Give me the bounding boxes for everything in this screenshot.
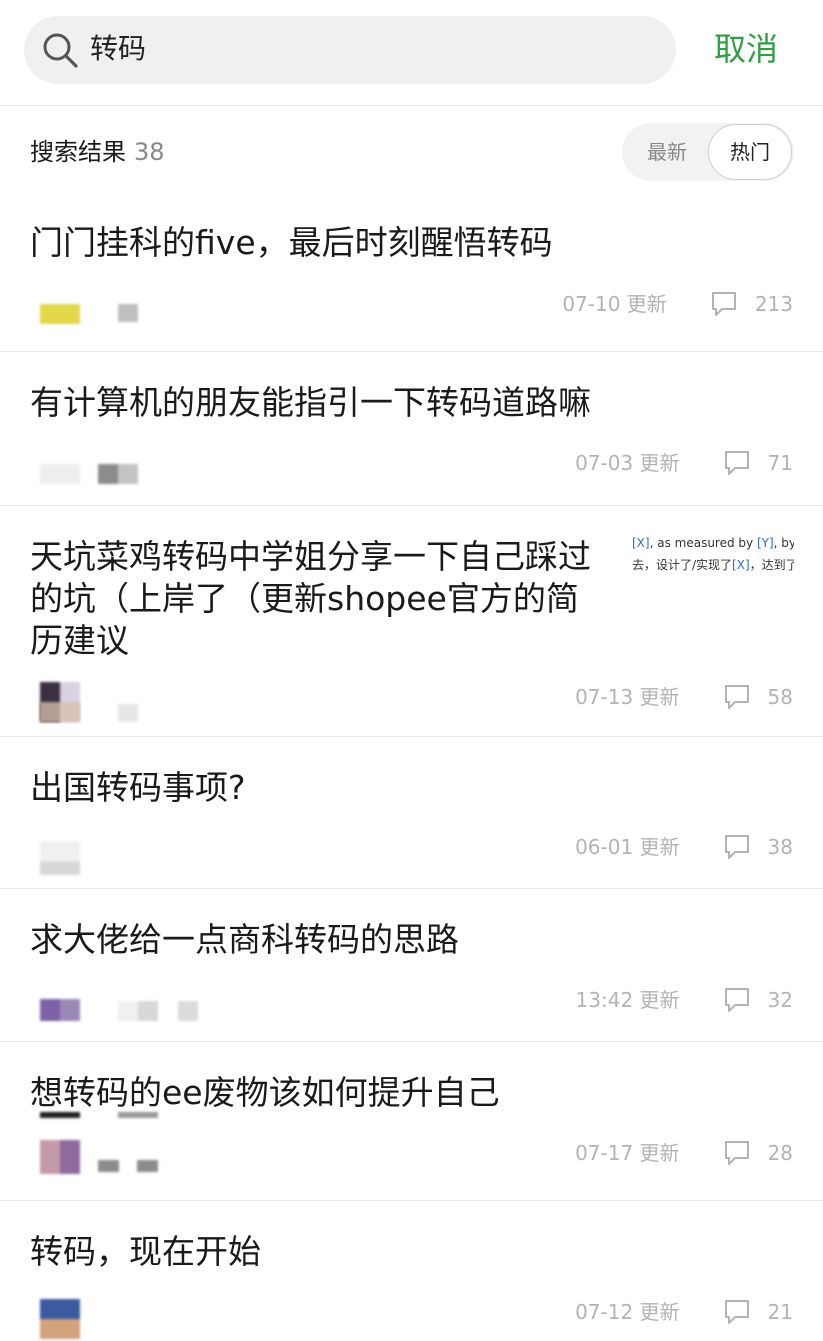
post-meta: 07-10 更新 213 [562,289,793,319]
results-header: 搜索结果 38 最新 热门 [0,106,823,196]
post-title[interactable]: 想转码的ee废物该如何提升自己 [30,1072,608,1114]
comment-count: 71 [767,451,793,475]
comment-icon [724,835,749,859]
comment-icon [724,988,749,1012]
author-badge [118,1112,158,1118]
cancel-button[interactable]: 取消 [714,27,778,71]
comment-count: 213 [754,292,793,316]
post-date: 07-12 更新 [575,1300,680,1324]
post-date: 07-10 更新 [562,292,667,316]
comment-icon [711,292,736,316]
post-item[interactable]: 天坑菜鸡转码中学姐分享一下自己踩过的坑（上岸了（更新shopee官方的简历建议 … [0,506,823,737]
post-item[interactable]: 有计算机的朋友能指引一下转码道路嘛 07-03 更新 71 [0,352,823,506]
author-name [98,464,138,484]
thumbnail-text: [Y] [756,536,774,550]
post-meta: 06-01 更新 38 [575,832,793,862]
post-item[interactable]: 想转码的ee废物该如何提升自己 07-17 更新 28 [0,1042,823,1201]
post-date: 07-13 更新 [575,685,680,709]
avatar [40,304,80,324]
post-meta: 07-12 更新 21 [575,1297,793,1327]
search-query-text: 转码 [90,32,147,65]
comment-icon [724,1141,749,1165]
results-label: 搜索结果 [30,138,126,166]
sort-newest-tab[interactable]: 最新 [626,123,708,181]
avatar [40,1140,80,1174]
sort-hot-tab[interactable]: 热门 [708,124,792,180]
search-icon [43,33,78,68]
author-badge [40,1112,80,1118]
post-item[interactable]: 转码，现在开始 07-12 更新 21 [0,1201,823,1341]
thumbnail-text: 去，设计了/实现了 [632,558,733,572]
post-title[interactable]: 转码，现在开始 [30,1231,608,1273]
post-title[interactable]: 天坑菜鸡转码中学姐分享一下自己踩过的坑（上岸了（更新shopee官方的简历建议 [30,536,608,662]
post-date: 13:42 更新 [575,988,680,1012]
thumbnail-text: [X] [632,536,650,550]
post-title[interactable]: 求大佬给一点商科转码的思路 [30,919,608,961]
post-date: 07-03 更新 [575,451,680,475]
comment-icon [724,451,749,475]
post-date: 07-17 更新 [575,1141,680,1165]
thumbnail-text: , by [773,536,794,550]
search-input[interactable]: 转码 [24,16,676,84]
comment-count: 28 [767,1141,793,1165]
thumbnail-text: ，达到了 [749,558,794,572]
comment-count: 58 [767,685,793,709]
thumbnail-text: , as measured by [649,536,757,550]
sort-toggle: 最新 热门 [622,123,794,181]
post-item[interactable]: 求大佬给一点商科转码的思路 13:42 更新 32 [0,889,823,1042]
thumbnail-text: [X] [732,558,750,572]
post-meta: 07-17 更新 28 [575,1138,793,1168]
search-bar: 转码 取消 [0,0,823,106]
avatar [40,841,80,875]
avatar [40,464,80,484]
post-item[interactable]: 出国转码事项? 06-01 更新 38 [0,737,823,889]
results-title: 搜索结果 38 [30,134,165,170]
post-meta: 07-13 更新 58 [575,682,793,712]
post-meta: 13:42 更新 32 [576,985,793,1015]
post-title[interactable]: 出国转码事项? [30,767,608,809]
author-name [118,304,138,322]
post-title[interactable]: 门门挂科的five，最后时刻醒悟转码 [30,222,608,264]
results-count: 38 [134,138,165,166]
author-name [118,1001,198,1021]
comment-icon [724,1300,749,1324]
avatar [40,999,80,1021]
author-name [118,704,138,722]
post-title[interactable]: 有计算机的朋友能指引一下转码道路嘛 [30,382,608,424]
author-name [98,1160,158,1172]
post-meta: 07-03 更新 71 [575,448,793,478]
post-item[interactable]: 门门挂科的five，最后时刻醒悟转码 07-10 更新 213 [0,196,823,352]
post-date: 06-01 更新 [575,835,680,859]
avatar [40,702,80,722]
comment-count: 21 [767,1300,793,1324]
comment-count: 32 [767,988,793,1012]
avatar [40,1299,80,1339]
post-thumbnail[interactable]: [X], as measured by [Y], by 去，设计了/实现了[X]… [632,532,794,584]
comment-icon [724,685,749,709]
comment-count: 38 [767,835,793,859]
